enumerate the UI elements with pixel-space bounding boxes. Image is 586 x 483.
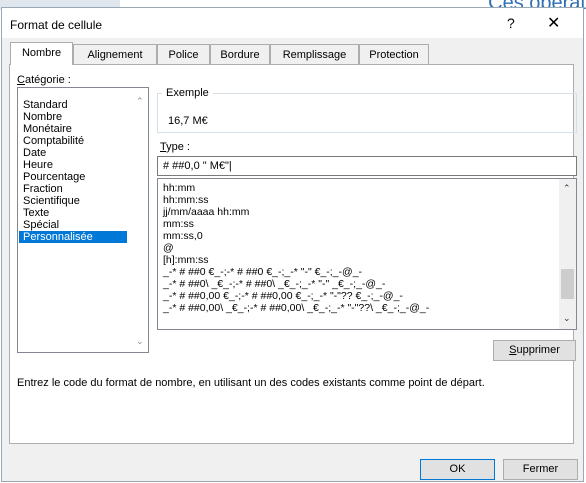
format-item[interactable]: @ (163, 243, 174, 254)
category-label: Catégorie : (17, 74, 71, 86)
category-item-monetaire[interactable]: Monétaire (19, 123, 127, 135)
category-item-nombre[interactable]: Nombre (19, 111, 127, 123)
format-item[interactable]: [h]:mm:ss (163, 255, 209, 266)
category-scrollbar[interactable]: ⌃ ⌄ (132, 88, 148, 352)
sample-group (157, 93, 577, 133)
format-item[interactable]: mm:ss,0 (163, 231, 203, 242)
category-item-heure[interactable]: Heure (19, 159, 127, 171)
format-item[interactable]: mm:ss (163, 219, 194, 230)
category-item-comptabilite[interactable]: Comptabilité (19, 135, 127, 147)
category-item-fraction[interactable]: Fraction (19, 183, 127, 195)
close-button[interactable]: Fermer (503, 459, 578, 480)
scroll-up-icon[interactable]: ⌃ (563, 183, 571, 194)
format-item[interactable]: jj/mm/aaaa hh:mm (163, 207, 249, 218)
category-item-date[interactable]: Date (19, 147, 127, 159)
category-item-special[interactable]: Spécial (19, 219, 127, 231)
scroll-up-icon[interactable]: ⌃ (136, 96, 144, 107)
tab-alignement[interactable]: Alignement (73, 44, 157, 64)
scroll-down-icon[interactable]: ⌄ (136, 336, 144, 347)
category-item-pourcentage[interactable]: Pourcentage (19, 171, 127, 183)
ok-button[interactable]: OK (420, 459, 495, 480)
category-item-scientifique[interactable]: Scientifique (19, 195, 127, 207)
format-code-list[interactable]: hh:mm hh:mm:ss jj/mm/aaaa hh:mm mm:ss mm… (157, 178, 577, 330)
tab-remplissage[interactable]: Remplissage (270, 44, 359, 64)
close-icon[interactable]: ✕ (547, 13, 560, 33)
help-button[interactable]: ? (507, 15, 515, 31)
category-item-texte[interactable]: Texte (19, 207, 127, 219)
tab-police[interactable]: Police (157, 44, 210, 64)
title-bar: Format de cellule ? ✕ (2, 8, 583, 38)
category-item-standard[interactable]: Standard (19, 99, 127, 111)
scroll-thumb[interactable] (561, 269, 574, 299)
sample-group-title: Exemple (162, 87, 213, 99)
type-input[interactable]: # ##0,0 " M€"| (157, 156, 577, 176)
scroll-down-icon[interactable]: ⌄ (563, 313, 571, 324)
format-scrollbar[interactable]: ⌃ ⌄ (559, 179, 576, 329)
format-item[interactable]: _-* # ##0\ _€_-;-* # ##0\ _€_-;_-* "-" _… (163, 279, 385, 290)
sample-value: 16,7 M€ (168, 115, 208, 127)
category-list[interactable]: Standard Nombre Monétaire Comptabilité D… (17, 87, 149, 353)
tab-bordure[interactable]: Bordure (210, 44, 270, 64)
tab-nombre[interactable]: Nombre (10, 42, 73, 65)
tab-protection[interactable]: Protection (359, 44, 429, 64)
type-label: Type : (160, 141, 190, 153)
format-description: Entrez le code du format de nombre, en u… (17, 377, 485, 389)
category-item-personnalisee[interactable]: Personnalisée (19, 231, 127, 243)
dialog-title: Format de cellule (10, 18, 103, 32)
delete-button[interactable]: Supprimer (493, 340, 576, 361)
format-item[interactable]: _-* # ##0 €_-;-* # ##0 €_-;_-* "-" €_-;_… (163, 267, 362, 278)
format-item[interactable]: _-* # ##0,00 €_-;-* # ##0,00 €_-;_-* "-"… (163, 291, 403, 302)
format-item[interactable]: _-* # ##0,00\ _€_-;-* # ##0,00\ _€_-;_-*… (163, 303, 429, 314)
format-item[interactable]: hh:mm (163, 183, 195, 194)
format-item[interactable]: hh:mm:ss (163, 195, 209, 206)
